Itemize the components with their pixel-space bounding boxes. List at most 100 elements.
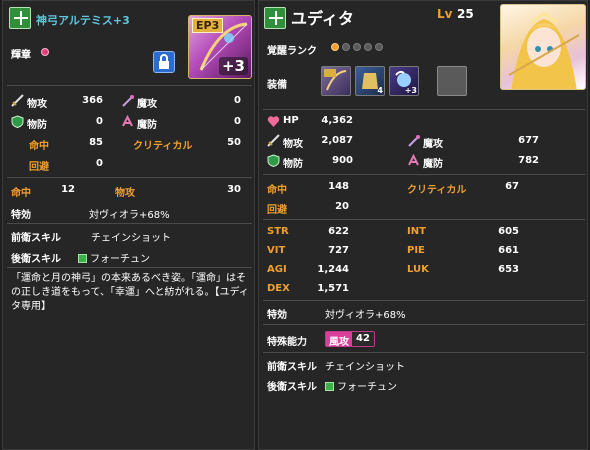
divider bbox=[263, 352, 585, 353]
bow-equip-icon bbox=[324, 69, 347, 91]
back-skill-name: フォーチュン bbox=[90, 254, 150, 265]
ability-name: 風攻 bbox=[326, 332, 352, 348]
awaken-dot bbox=[353, 43, 361, 51]
equip-slot-3-count: +3 bbox=[404, 86, 417, 95]
skill-type-icon bbox=[325, 382, 334, 391]
acc-label: 命中 bbox=[29, 141, 49, 152]
pdef-label: 物防 bbox=[27, 120, 47, 131]
mdef-label: 魔防 bbox=[423, 159, 443, 170]
matk-label: 魔攻 bbox=[423, 139, 443, 150]
matk-value: 0 bbox=[234, 95, 241, 106]
front-skill-value: チェインショット bbox=[91, 233, 171, 244]
divider bbox=[7, 223, 252, 224]
divider bbox=[263, 219, 585, 220]
shield-icon bbox=[267, 154, 280, 167]
acc-value: 85 bbox=[89, 137, 103, 148]
acc-value: 148 bbox=[328, 181, 349, 192]
weapon-image: EP3 +3 bbox=[188, 15, 252, 79]
str-value: 622 bbox=[328, 226, 349, 237]
patk-label: 物攻 bbox=[27, 99, 47, 110]
crit-value: 50 bbox=[227, 137, 241, 148]
hp-value: 4,362 bbox=[321, 115, 353, 126]
portrait-art bbox=[508, 11, 580, 89]
staff-icon bbox=[408, 135, 420, 147]
agi-label: AGI bbox=[267, 264, 287, 275]
pdef-value: 900 bbox=[332, 155, 353, 166]
back-skill-label: 後衛スキル bbox=[11, 254, 61, 265]
divider bbox=[263, 174, 585, 175]
agi-value: 1,244 bbox=[317, 264, 349, 275]
luk-value: 653 bbox=[498, 264, 519, 275]
back-skill-value: フォーチュン bbox=[78, 250, 150, 265]
awaken-dot bbox=[375, 43, 383, 51]
magic-shield-icon bbox=[122, 115, 133, 127]
dex-value: 1,571 bbox=[317, 283, 349, 294]
character-portrait bbox=[500, 4, 586, 90]
level-value: 25 bbox=[457, 7, 474, 21]
sword-icon bbox=[267, 134, 280, 147]
staff-icon bbox=[122, 95, 134, 107]
divider bbox=[7, 85, 252, 86]
pie-value: 661 bbox=[498, 245, 519, 256]
lock-icon bbox=[159, 54, 169, 69]
patk-value: 366 bbox=[82, 95, 103, 106]
magic-shield-icon bbox=[408, 154, 419, 166]
patk-value: 2,087 bbox=[321, 135, 353, 146]
divider bbox=[7, 267, 252, 268]
divider bbox=[263, 300, 585, 301]
crit-value: 67 bbox=[505, 181, 519, 192]
patk-label: 物攻 bbox=[283, 139, 303, 150]
eva-label: 回避 bbox=[29, 162, 49, 173]
eva-value: 20 bbox=[335, 201, 349, 212]
int-value: 605 bbox=[498, 226, 519, 237]
front-skill-label: 前衛スキル bbox=[11, 233, 61, 244]
hp-label: HP bbox=[283, 115, 299, 126]
special-value: 対ヴィオラ+68% bbox=[89, 210, 170, 221]
special-label: 特効 bbox=[267, 310, 287, 321]
back-skill-name: フォーチュン bbox=[337, 382, 397, 393]
awaken-dot bbox=[342, 43, 350, 51]
mdef-label: 魔防 bbox=[137, 120, 157, 131]
weapon-description: 「運命と月の神弓」の本来あるべき姿。「運命」はその正しき道をもって、「幸運」へと… bbox=[11, 273, 249, 312]
crit-label: クリティカル bbox=[133, 141, 193, 152]
emblem-label: 輝章 bbox=[11, 50, 31, 61]
eva-label: 回避 bbox=[267, 205, 287, 216]
front-skill-value: チェインショット bbox=[325, 362, 405, 373]
equip-slot-2-count: 4 bbox=[377, 86, 383, 95]
pie-label: PIE bbox=[407, 245, 425, 256]
ability-badge: 風攻 42 bbox=[325, 331, 375, 348]
matk-value: 677 bbox=[518, 135, 539, 146]
luk-label: LUK bbox=[407, 264, 429, 275]
equip-slot-3[interactable]: +3 bbox=[389, 66, 419, 96]
matk-label: 魔攻 bbox=[137, 99, 157, 110]
skill-type-icon bbox=[78, 254, 87, 263]
acc-label: 命中 bbox=[267, 185, 287, 196]
bonus-acc-label: 命中 bbox=[11, 188, 31, 199]
weapon-detail-panel: 神弓アルテミス+3 輝章 EP3 +3 物攻 366 魔攻 0 物防 0 魔防 … bbox=[2, 0, 255, 450]
awaken-dot bbox=[364, 43, 372, 51]
ability-value: 42 bbox=[352, 332, 374, 346]
shield-icon bbox=[11, 115, 24, 128]
special-value: 対ヴィオラ+68% bbox=[325, 310, 406, 321]
character-detail-panel: ユディタ Lv 25 覚醒ランク 装備 4 +3 HP 4,362 物攻 2,0… bbox=[258, 0, 588, 450]
lock-button[interactable] bbox=[153, 51, 175, 73]
divider bbox=[263, 324, 585, 325]
bow-class-icon bbox=[9, 7, 31, 29]
bonus-patk-value: 30 bbox=[227, 184, 241, 195]
pdef-label: 物防 bbox=[283, 159, 303, 170]
level-label: Lv bbox=[437, 7, 453, 21]
crit-label: クリティカル bbox=[407, 185, 467, 196]
dex-label: DEX bbox=[267, 283, 290, 294]
heart-icon bbox=[267, 116, 280, 127]
equip-slot-1[interactable] bbox=[321, 66, 351, 96]
eva-value: 0 bbox=[96, 158, 103, 169]
ep-badge: EP3 bbox=[192, 18, 224, 33]
sword-icon bbox=[11, 94, 24, 107]
back-skill-value: フォーチュン bbox=[325, 378, 397, 393]
awaken-dot bbox=[331, 43, 339, 51]
mdef-value: 0 bbox=[234, 116, 241, 127]
equip-slot-2[interactable]: 4 bbox=[355, 66, 385, 96]
refine-level: +3 bbox=[218, 57, 248, 75]
ability-label: 特殊能力 bbox=[267, 337, 307, 348]
equip-slot-4-empty[interactable] bbox=[437, 66, 467, 96]
